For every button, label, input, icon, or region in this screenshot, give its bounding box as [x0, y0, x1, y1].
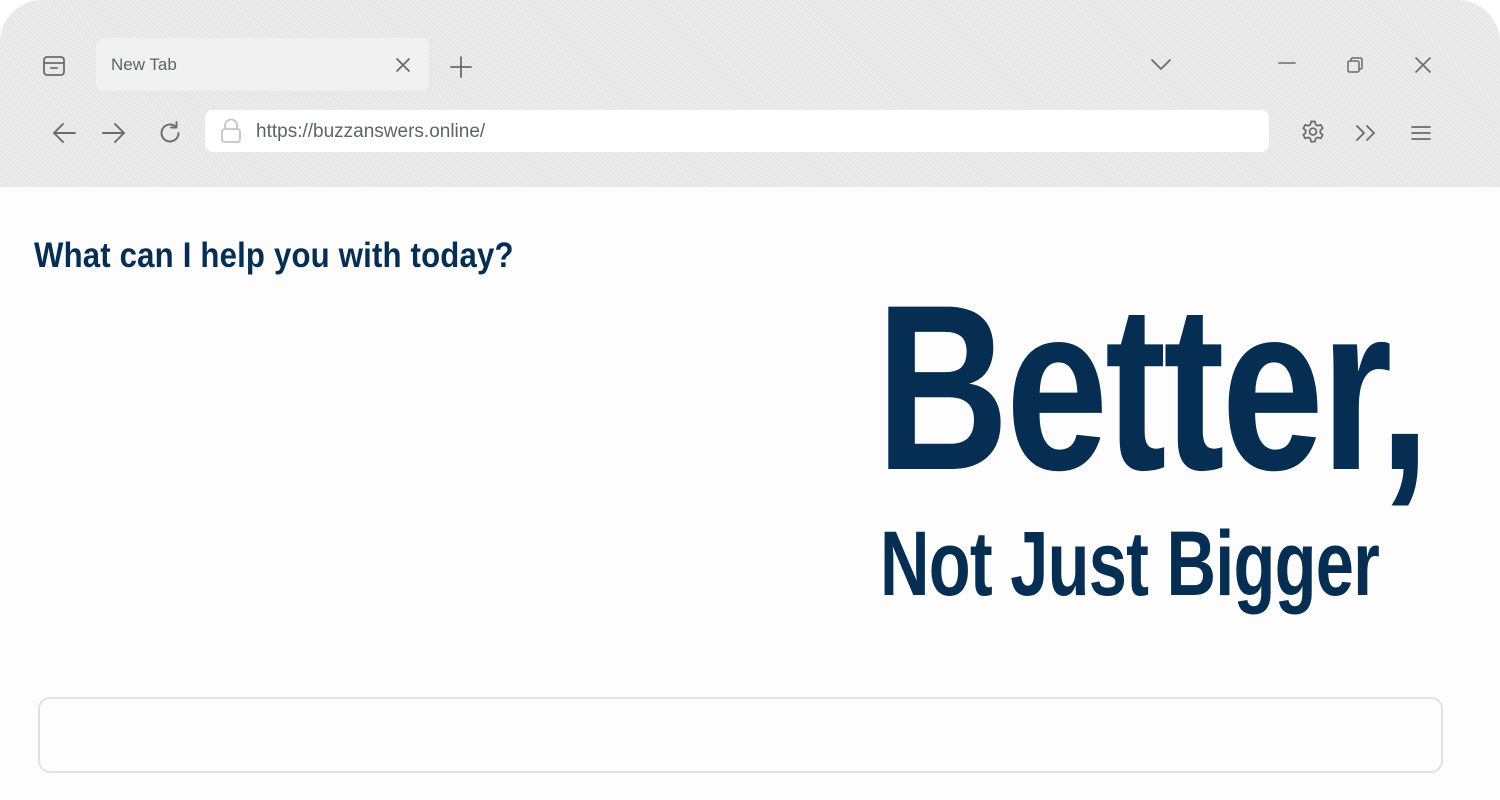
plus-icon[interactable] [448, 54, 474, 80]
url-input[interactable] [256, 121, 1236, 143]
restore-icon[interactable] [1342, 52, 1368, 78]
chat-input[interactable] [38, 697, 1443, 773]
browser-chrome: New Tab [0, 0, 1500, 187]
arrow-left-icon[interactable] [50, 119, 78, 147]
gear-icon[interactable] [1299, 118, 1327, 146]
hero-title-line1: Better, [876, 256, 1430, 520]
tab-title: New Tab [111, 55, 177, 74]
arrow-right-icon[interactable] [100, 119, 128, 147]
browser-window: New Tab https://buzzanswers.online/ What… [0, 0, 1500, 800]
tab-new-tab[interactable]: New Tab [96, 38, 429, 91]
hamburger-menu-icon[interactable] [1408, 120, 1434, 146]
close-icon[interactable] [1410, 52, 1436, 78]
close-icon[interactable] [390, 52, 416, 78]
hero-title-line2: Not Just Bigger [880, 513, 1380, 615]
reload-icon[interactable] [155, 118, 185, 148]
minimize-icon[interactable] [1274, 52, 1300, 74]
lock-icon [219, 118, 243, 144]
double-chevron-right-icon[interactable] [1352, 120, 1380, 146]
archive-box-icon[interactable] [40, 52, 68, 80]
page-heading: What can I help you with today? [34, 236, 514, 275]
address-bar[interactable] [205, 110, 1269, 152]
chevron-down-icon[interactable] [1148, 54, 1174, 76]
